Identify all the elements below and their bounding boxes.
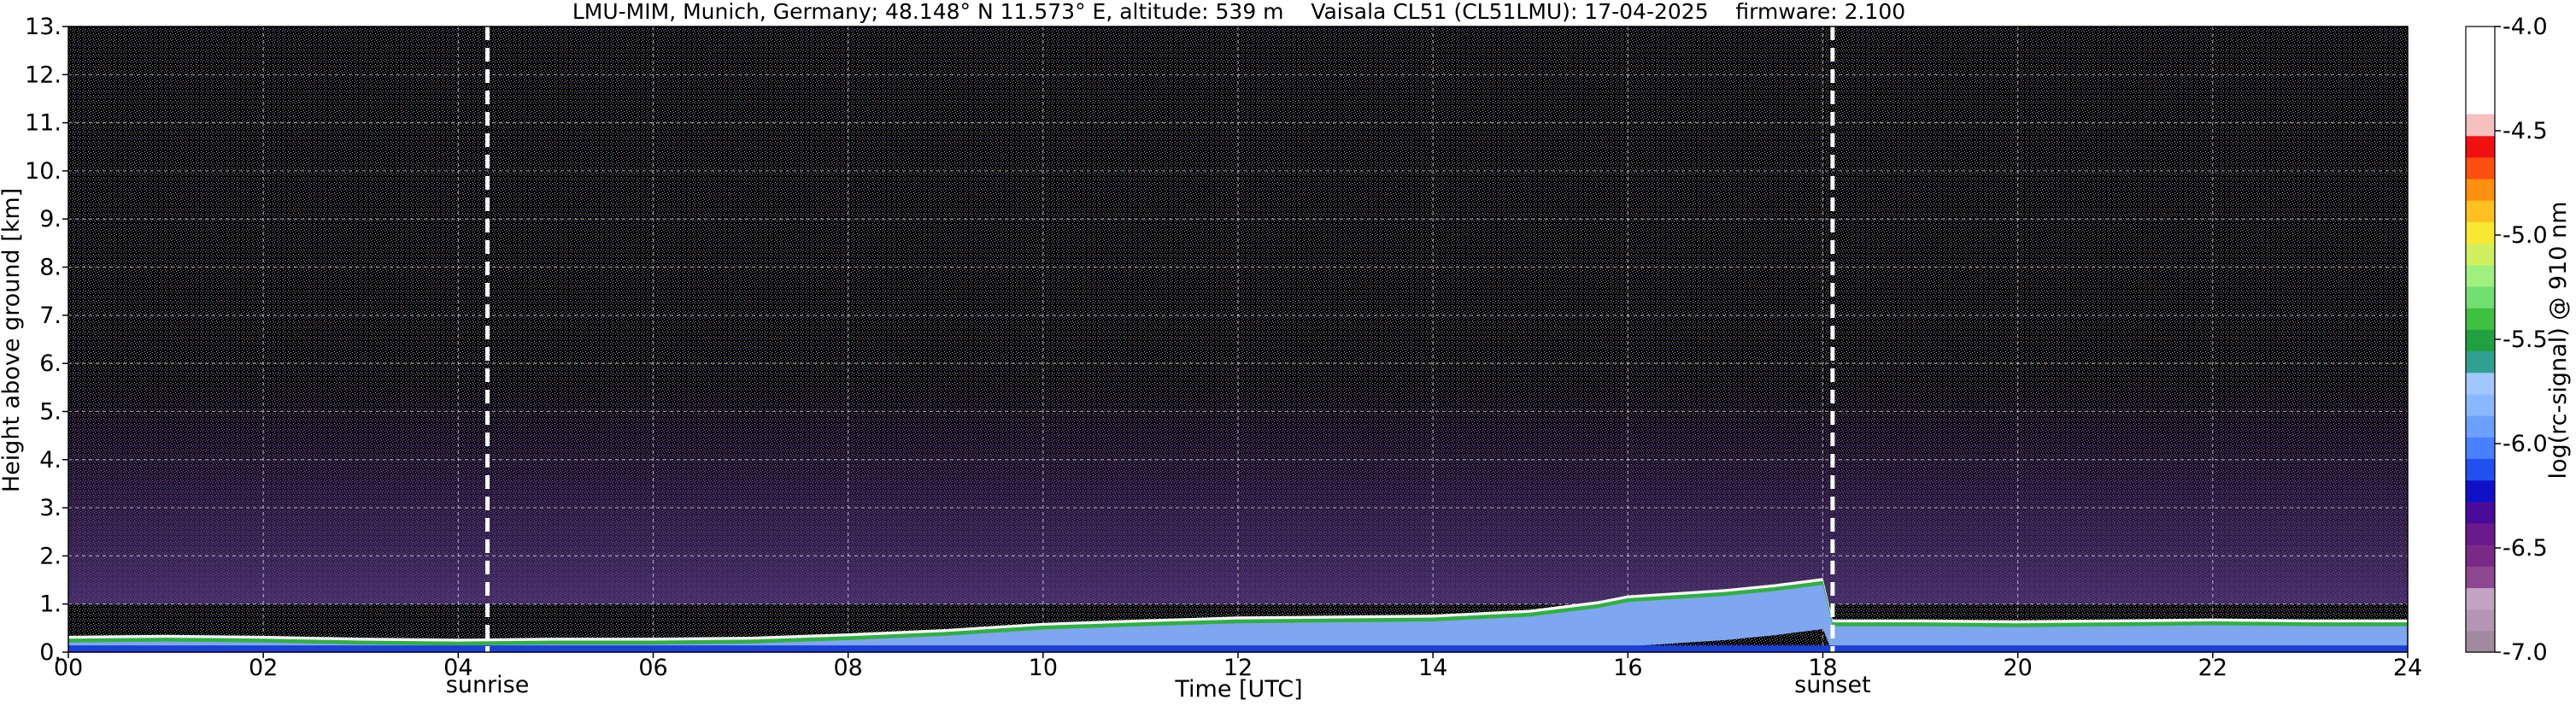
x-tick-label: 06 [638, 655, 667, 681]
colorbar-segment [2466, 458, 2495, 481]
y-tick-label: 1. [39, 591, 62, 618]
y-tick-label: 13. [25, 14, 62, 40]
colorbar-segment [2466, 285, 2495, 309]
colorbar-segment [2466, 114, 2495, 137]
x-tick-label: 14 [1418, 655, 1447, 681]
surface-strip [68, 645, 2408, 652]
x-tick-label: 24 [2393, 655, 2422, 681]
colorbar-segment [2466, 393, 2495, 416]
colorbar-tick-label: -6.5 [2503, 535, 2548, 562]
colorbar-segment [2466, 587, 2495, 610]
x-tick-label: 22 [2198, 655, 2227, 681]
y-tick-label: 6. [39, 350, 62, 377]
colorbar-segment [2466, 221, 2495, 244]
x-tick-label: 04 [443, 655, 472, 681]
colorbar-segment [2466, 26, 2495, 115]
y-tick-label: 5. [39, 398, 62, 425]
y-axis-label: Height above ground [km] [0, 188, 25, 492]
colorbar-segment [2466, 264, 2495, 287]
colorbar-segment [2466, 437, 2495, 459]
colorbar-tick-label: -4.0 [2503, 14, 2548, 40]
y-axis-ticks: 0. 1. 2. 3. 4. 5. 6. 7. 8. 9. 10. 11. 12. 13. [25, 14, 68, 666]
y-tick-label: 9. [39, 206, 62, 232]
colorbar-segment [2466, 609, 2495, 632]
ceilometer-figure: sunrise sunset 00 02 04 06 08 10 12 14 16 18 20 22 24… [0, 0, 2572, 703]
y-tick-label: 12. [25, 62, 62, 88]
colorbar-segment [2466, 135, 2495, 158]
colorbar-tick-label: -5.0 [2503, 222, 2548, 249]
colorbar-segment [2466, 501, 2495, 524]
colorbar-segment [2466, 179, 2495, 201]
backscatter-field [68, 26, 2408, 652]
x-tick-label: 20 [2003, 655, 2032, 681]
colorbar-segment [2466, 200, 2495, 222]
colorbar-segment [2466, 156, 2495, 179]
colorbar-segment [2466, 479, 2495, 503]
y-tick-label: 10. [25, 158, 62, 185]
x-tick-label: 10 [1029, 655, 1058, 681]
colorbar-tick-label: -4.5 [2503, 118, 2548, 144]
x-axis-label: Time [UTC] [1174, 676, 1302, 703]
y-tick-label: 4. [39, 447, 62, 474]
y-tick-label: 7. [39, 303, 62, 329]
colorbar-label: log(rc-signal) @ 910 nm [2545, 202, 2572, 479]
x-tick-label: 08 [833, 655, 862, 681]
colorbar-segment [2466, 544, 2495, 567]
y-tick-label: 3. [39, 495, 62, 521]
colorbar-segment [2466, 243, 2495, 266]
colorbar-segment [2466, 630, 2495, 653]
y-tick-label: 11. [25, 110, 62, 137]
x-tick-label: 18 [1808, 655, 1837, 681]
y-tick-label: 2. [39, 543, 62, 569]
colorbar-tick-label: -5.5 [2503, 327, 2548, 353]
chart-title: LMU-MIM, Munich, Germany; 48.148° N 11.5… [572, 0, 1905, 24]
x-tick-label: 02 [249, 655, 278, 681]
colorbar-segment [2466, 566, 2495, 589]
colorbar-tick-label: -7.0 [2503, 639, 2548, 666]
colorbar-tick-label: -6.0 [2503, 431, 2548, 457]
x-tick-label: 16 [1613, 655, 1642, 681]
colorbar [2465, 26, 2496, 653]
colorbar-ticks: -4.0 -4.5 -5.0 -5.5 -6.0 -6.5 -7.0 [2495, 14, 2548, 666]
colorbar-segment [2466, 522, 2495, 545]
colorbar-segment [2466, 350, 2495, 374]
colorbar-segment [2466, 329, 2495, 352]
colorbar-segment [2466, 372, 2495, 395]
colorbar-segment [2466, 308, 2495, 330]
y-tick-label: 8. [39, 255, 62, 281]
y-tick-label: 0. [39, 639, 62, 666]
colorbar-segment [2466, 415, 2495, 438]
